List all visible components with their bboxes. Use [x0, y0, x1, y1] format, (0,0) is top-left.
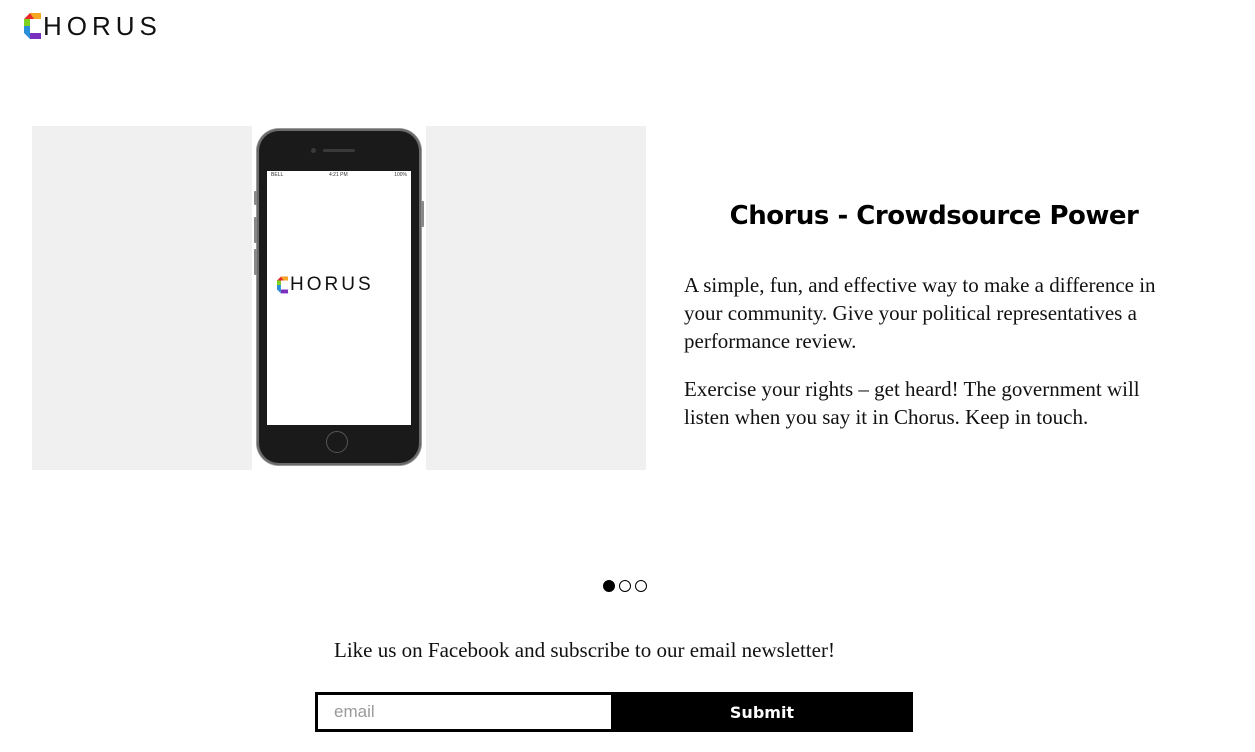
status-carrier: BELL: [271, 172, 284, 178]
newsletter-prompt: Like us on Facebook and subscribe to our…: [334, 638, 835, 662]
carousel-dot-1[interactable]: [603, 580, 615, 592]
logo-wordmark: HORUS: [43, 11, 162, 41]
phone-mockup: BELL 4:21 PM 100% HORUS: [254, 129, 424, 465]
hero-image: BELL 4:21 PM 100% HORUS: [32, 126, 646, 470]
submit-button[interactable]: Submit: [611, 692, 913, 732]
hero-description: A simple, fun, and effective way to make…: [684, 273, 1156, 353]
chorus-logo-mark-icon: [277, 276, 288, 294]
phone-power-button: [421, 201, 424, 227]
phone-volume-down: [254, 249, 257, 275]
hero-title: Chorus - Crowdsource Power: [729, 201, 1139, 231]
phone-screen: BELL 4:21 PM 100% HORUS: [267, 171, 411, 425]
phone-screen-logo: HORUS: [277, 275, 374, 295]
carousel-dot-2[interactable]: [619, 580, 631, 592]
phone-mute-switch: [254, 191, 257, 205]
carousel-pagination: [603, 580, 647, 592]
phone-logo-wordmark: HORUS: [290, 274, 374, 295]
phone-volume-up: [254, 217, 257, 243]
email-input[interactable]: [318, 695, 611, 729]
phone-home-button: [326, 431, 348, 453]
status-time: 4:21 PM: [329, 172, 348, 178]
chorus-logo[interactable]: HORUS: [24, 12, 162, 40]
phone-speaker: [323, 149, 355, 152]
phone-status-bar: BELL 4:21 PM 100%: [267, 171, 411, 179]
chorus-logo-mark-icon: [24, 13, 41, 39]
newsletter-form: Submit: [315, 692, 913, 732]
hero-call-to-action: Exercise your rights – get heard! The go…: [684, 377, 1140, 429]
status-battery: 100%: [394, 172, 407, 178]
phone-camera: [311, 148, 316, 153]
carousel-dot-3[interactable]: [635, 580, 647, 592]
